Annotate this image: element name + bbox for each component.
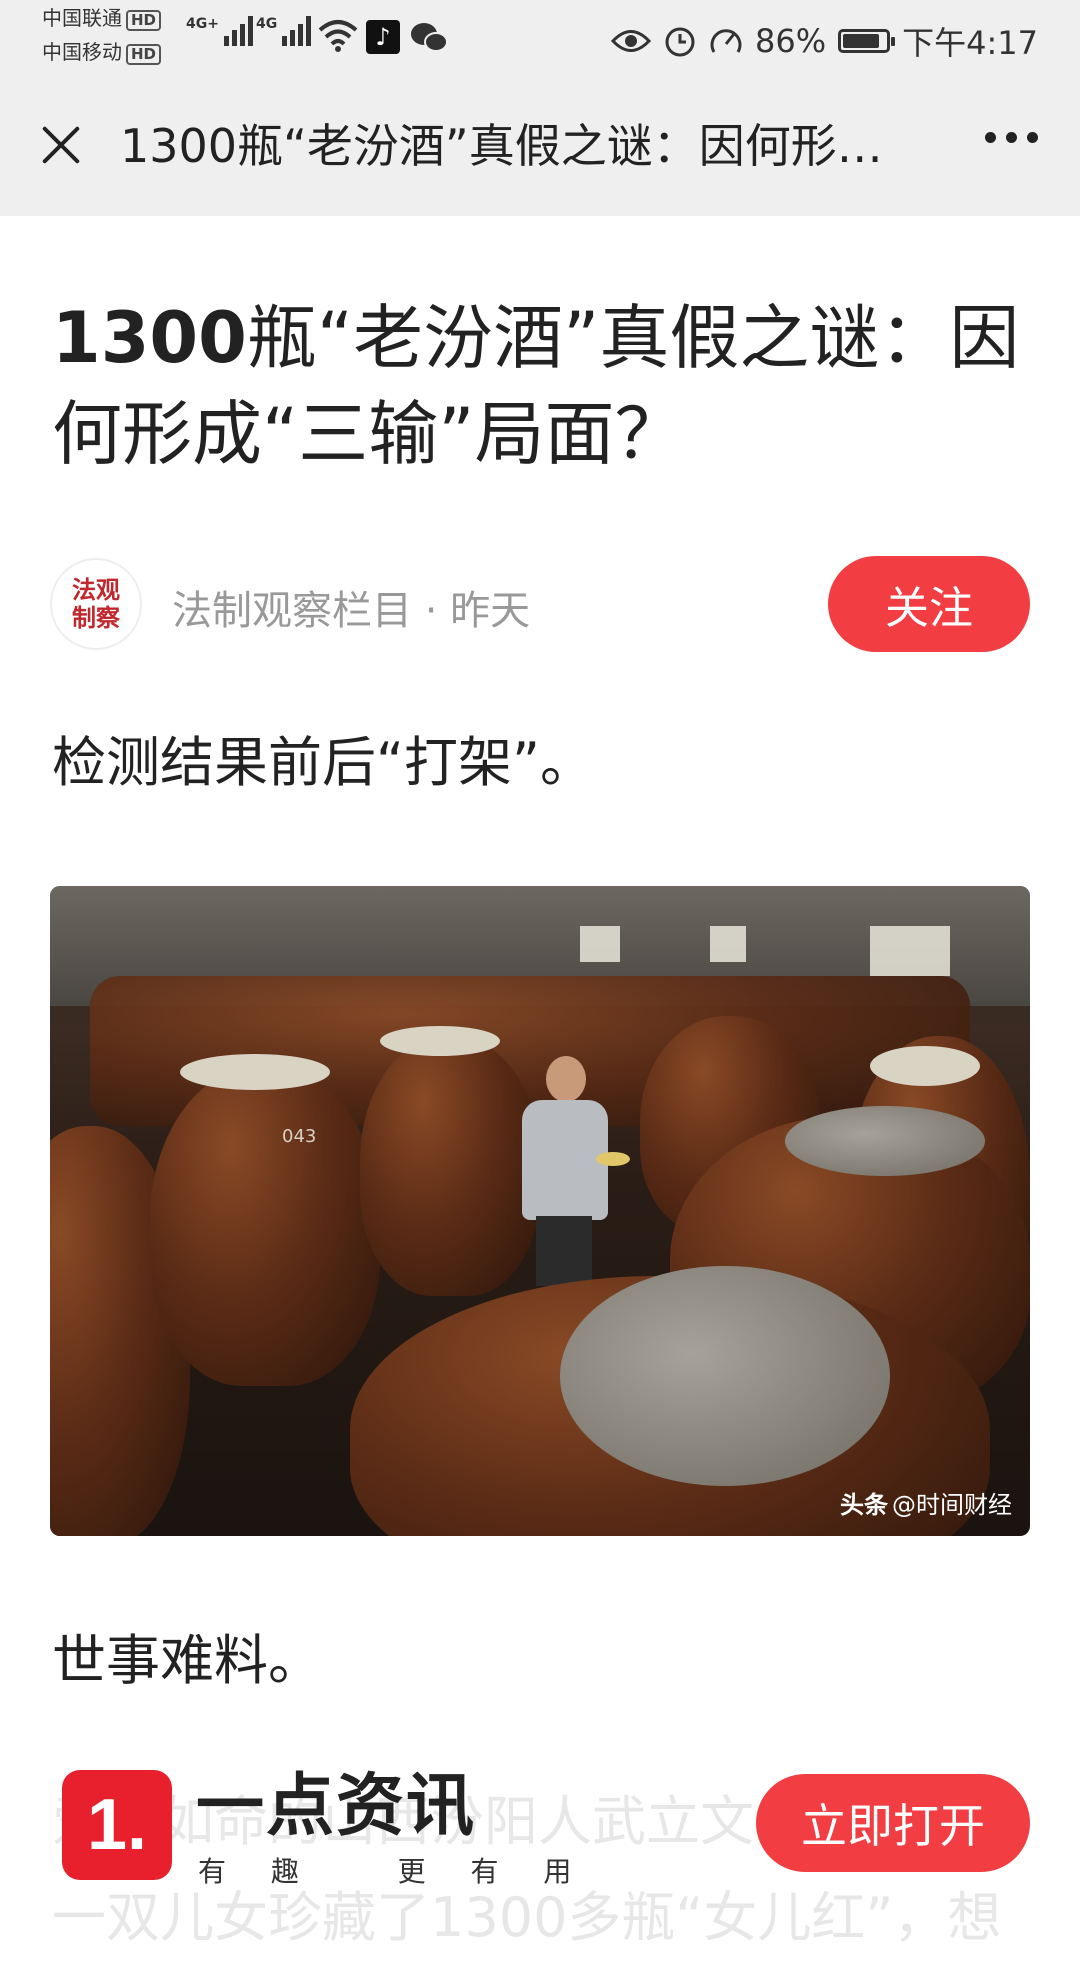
photo-jar-lid	[560, 1266, 890, 1486]
hd-badge: HD	[126, 44, 162, 65]
photo-watermark: 头条 @时间财经	[840, 1485, 1012, 1520]
article-title-number: 1300	[52, 297, 247, 379]
signal-icon: 4G	[256, 16, 312, 46]
wechat-icon	[411, 23, 448, 52]
nav-title: 1300瓶“老汾酒”真假之谜：因何形成“三输”局面？	[120, 119, 920, 173]
hd-badge: HD	[126, 10, 162, 31]
app-banner: 爱子如命的山西汾阳人武立文，因为 一双儿女珍藏了1300多瓶“女儿红”，想 1.…	[0, 1740, 1080, 1949]
tiktok-icon: ♪	[366, 20, 400, 54]
app-slogan: 有 趣 更 有 用	[198, 1855, 590, 1888]
author-row: 法观制察 法制观察栏目 · 昨天 关注	[50, 556, 1030, 652]
photo-window	[580, 926, 620, 962]
battery-icon	[838, 29, 896, 53]
network-type-1: 4G+	[186, 16, 219, 32]
paragraph-2: 世事难料。	[52, 1629, 322, 1692]
author-meta[interactable]: 法制观察栏目 · 昨天	[172, 578, 530, 636]
photo-jar-cloth	[380, 1026, 500, 1056]
battery-percent: 86%	[755, 22, 827, 60]
clock: 下午4:17	[902, 24, 1038, 62]
eye-icon	[611, 30, 651, 52]
status-right: 86% 下午4:17	[611, 18, 1038, 64]
network-type-2: 4G	[256, 16, 278, 32]
wifi-icon	[318, 20, 358, 52]
photo-window	[870, 926, 950, 976]
photo-worker	[508, 1056, 630, 1286]
author-logo-text: 法观制察	[72, 575, 120, 632]
watermark-brand: 头条	[840, 1491, 888, 1519]
carrier-2: 中国移动 HD	[42, 40, 162, 65]
open-app-button[interactable]: 立即打开	[756, 1774, 1030, 1872]
photo-jar	[150, 1066, 380, 1386]
app-name: 一点资讯	[196, 1767, 477, 1846]
follow-button[interactable]: 关注	[828, 556, 1030, 652]
watermark-user: @时间财经	[892, 1491, 1012, 1519]
photo-jar-lid	[870, 1046, 980, 1086]
article-title: 1300瓶“老汾酒”真假之谜：因何形成“三输”局面？	[52, 290, 1032, 482]
photo-jar-cloth	[180, 1054, 330, 1090]
signal-icon: 4G+	[186, 16, 253, 46]
nav-bar: 1300瓶“老汾酒”真假之谜：因何形成“三输”局面？	[0, 76, 1080, 216]
photo-window	[710, 926, 746, 962]
app-logo-icon[interactable]: 1.	[62, 1770, 172, 1880]
speed-icon	[710, 29, 742, 53]
battery-fill	[843, 34, 880, 48]
article-photo[interactable]: 043 头条 @时间财经	[50, 886, 1030, 1536]
photo-jar-lid	[785, 1106, 985, 1176]
more-options-icon[interactable]	[985, 132, 1038, 143]
alarm-icon	[665, 27, 695, 57]
close-icon[interactable]	[38, 122, 84, 168]
carrier-2-label: 中国移动	[42, 40, 122, 64]
status-bar: 中国联通 HD 中国移动 HD 4G+ 4G ♪ 86% 下午4:17	[0, 0, 1080, 76]
paragraph-1: 检测结果前后“打架”。	[52, 731, 594, 794]
carrier-1-label: 中国联通	[42, 6, 122, 30]
carrier-1: 中国联通 HD	[42, 6, 162, 31]
photo-jar-number: 043	[282, 1126, 317, 1147]
author-avatar[interactable]: 法观制察	[50, 558, 142, 650]
